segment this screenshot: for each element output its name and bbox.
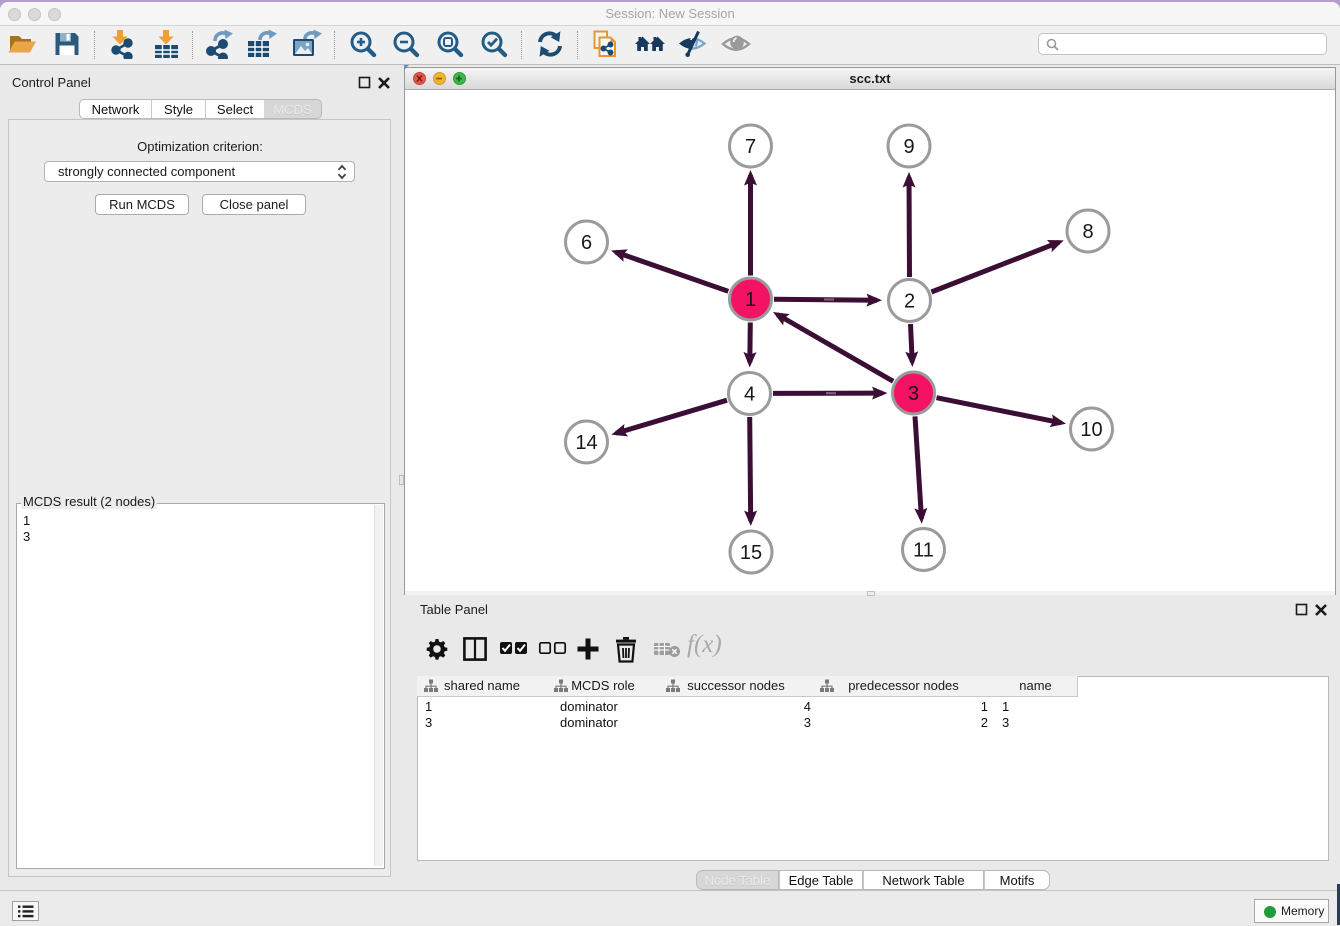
svg-text:14: 14 [575,432,597,454]
svg-text:7: 7 [745,136,756,158]
svg-text:11: 11 [913,540,934,562]
svg-text:2: 2 [904,291,915,313]
svg-text:9: 9 [903,136,914,158]
svg-text:8: 8 [1082,221,1093,243]
svg-text:3: 3 [908,383,919,405]
svg-text:4: 4 [744,384,755,406]
svg-text:15: 15 [740,542,762,564]
svg-text:6: 6 [581,232,592,254]
svg-text:10: 10 [1080,419,1102,441]
svg-text:1: 1 [745,289,756,311]
